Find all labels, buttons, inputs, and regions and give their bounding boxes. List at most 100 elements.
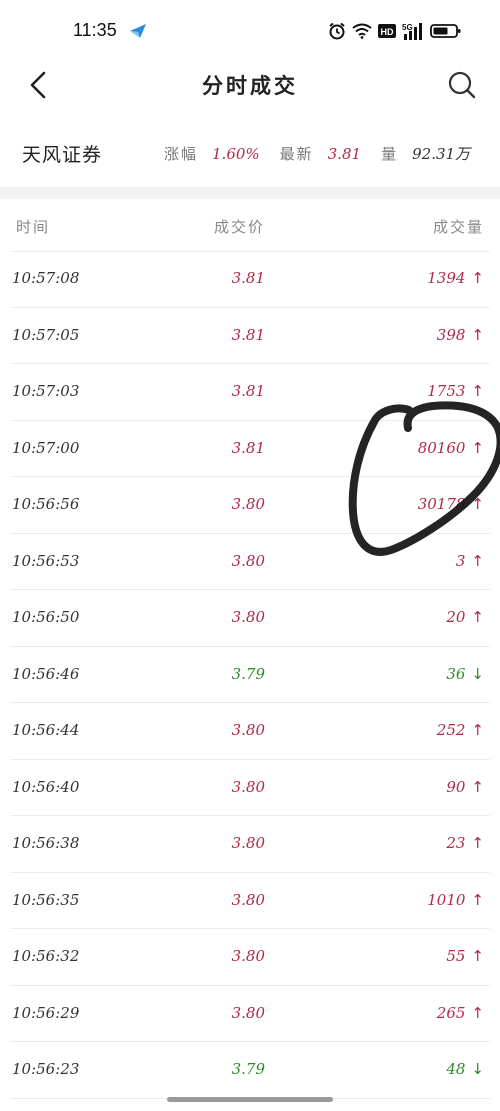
change-label: 涨幅 — [164, 145, 199, 163]
status-time: 11:35 — [73, 20, 117, 40]
stock-name: 天风证券 — [22, 144, 103, 166]
trade-time: 10:56:29 — [12, 1003, 80, 1022]
arrow-up-icon: ↑ — [471, 495, 484, 513]
trade-time: 10:56:56 — [12, 495, 80, 513]
arrow-up-icon: ↑ — [471, 890, 484, 909]
arrow-up-icon: ↑ — [471, 382, 484, 400]
app-notification-icon — [128, 22, 148, 40]
table-row[interactable]: 10:56:46 3.79 36 ↓ — [10, 647, 490, 703]
trade-price: 3.79 — [231, 1060, 265, 1078]
table-row[interactable]: 10:57:08 3.81 1394 ↑ — [10, 251, 490, 308]
table-row[interactable]: 10:56:44 3.80 252 ↑ — [10, 703, 490, 760]
trade-volume-value: 80160 — [417, 438, 466, 457]
alarm-icon — [328, 22, 346, 40]
trade-time: 10:56:35 — [12, 890, 80, 909]
table-row[interactable]: 10:56:29 3.80 265 ↑ — [10, 986, 490, 1042]
table-row[interactable]: 10:56:53 3.80 3 ↑ — [10, 534, 490, 590]
stock-metrics: 涨幅 1.60% 最新 3.81 量 92.31万 — [164, 143, 470, 164]
trade-volume: 30178 ↑ — [418, 495, 484, 513]
trade-volume-value: 23 — [446, 834, 466, 852]
trade-price: 3.80 — [231, 551, 265, 570]
trade-price: 3.80 — [231, 721, 265, 739]
arrow-up-icon: ↑ — [471, 438, 484, 457]
trade-list[interactable]: 10:57:08 3.81 1394 ↑ 10:57:05 3.81 398 ↑ 10:57:0… — [10, 251, 490, 1099]
table-row[interactable]: 10:56:40 3.80 90 ↑ — [10, 760, 490, 816]
trade-time: 10:56:46 — [12, 664, 80, 683]
latest-value: 3.81 — [327, 145, 362, 163]
trade-price: 3.81 — [231, 438, 265, 457]
trade-volume: 80160 ↑ — [418, 439, 484, 457]
battery-icon — [430, 23, 462, 39]
table-row[interactable]: 10:56:35 3.80 1010 ↑ — [10, 873, 490, 929]
table-row[interactable]: 10:56:50 3.80 20 ↑ — [10, 590, 490, 647]
hd-icon: HD — [378, 23, 396, 39]
trade-time: 10:56:38 — [12, 834, 80, 852]
network-label: 5G — [402, 23, 413, 32]
trade-time: 10:56:44 — [12, 721, 80, 739]
trade-volume-value: 398 — [436, 325, 466, 344]
arrow-down-icon: ↓ — [471, 664, 484, 683]
trade-volume-value: 1753 — [427, 382, 466, 400]
arrow-up-icon: ↑ — [471, 1003, 484, 1022]
arrow-up-icon: ↑ — [471, 551, 484, 570]
section-divider — [0, 187, 500, 199]
trade-volume-value: 265 — [436, 1003, 466, 1022]
status-bar: 11:35 HD 5G — [0, 0, 500, 60]
trade-price: 3.81 — [231, 269, 265, 287]
arrow-up-icon: ↑ — [471, 721, 484, 739]
trade-price: 3.80 — [231, 1003, 265, 1022]
stock-info-bar: 天风证券 涨幅 1.60% 最新 3.81 量 92.31万 — [0, 130, 500, 176]
trade-price: 3.80 — [231, 890, 265, 909]
trade-volume: 265 ↑ — [437, 1004, 484, 1022]
trade-volume-value: 90 — [446, 777, 466, 796]
trade-volume-value: 1010 — [427, 890, 466, 909]
status-icons: HD 5G — [328, 22, 462, 40]
header-volume: 成交量 — [432, 218, 484, 236]
table-row[interactable]: 10:57:05 3.81 398 ↑ — [10, 308, 490, 364]
trade-price: 3.81 — [231, 382, 265, 400]
header-price: 成交价 — [213, 218, 265, 236]
trade-price: 3.79 — [231, 664, 265, 683]
arrow-up-icon: ↑ — [471, 834, 484, 852]
trade-volume: 90 ↑ — [446, 778, 484, 796]
trade-volume-value: 30178 — [417, 495, 466, 513]
trade-time: 10:56:40 — [12, 777, 80, 796]
trade-volume: 1010 ↑ — [427, 891, 484, 909]
arrow-up-icon: ↑ — [471, 325, 484, 344]
header-time: 时间 — [16, 218, 51, 236]
arrow-up-icon: ↑ — [471, 608, 484, 626]
table-row[interactable]: 10:56:38 3.80 23 ↑ — [10, 816, 490, 873]
trade-volume-value: 20 — [446, 608, 466, 626]
trade-volume-value: 55 — [446, 947, 466, 965]
trade-time: 10:56:53 — [12, 551, 80, 570]
trade-time: 10:57:08 — [12, 269, 80, 287]
table-row[interactable]: 10:56:56 3.80 30178 ↑ — [10, 477, 490, 534]
trade-time: 10:56:50 — [12, 608, 80, 626]
trade-price: 3.80 — [231, 495, 265, 513]
arrow-down-icon: ↓ — [471, 1060, 484, 1078]
table-row[interactable]: 10:56:23 3.79 48 ↓ — [10, 1042, 490, 1099]
trade-volume: 48 ↓ — [446, 1060, 484, 1078]
home-indicator[interactable] — [167, 1097, 333, 1102]
table-row[interactable]: 10:57:00 3.81 80160 ↑ — [10, 421, 490, 477]
volume-label: 量 — [381, 145, 399, 163]
trade-volume: 252 ↑ — [437, 721, 484, 739]
search-icon[interactable] — [446, 69, 478, 101]
trade-volume: 23 ↑ — [446, 834, 484, 852]
trade-volume-value: 48 — [446, 1060, 466, 1078]
trade-time: 10:56:32 — [12, 947, 80, 965]
5g-signal-icon: 5G — [402, 22, 424, 40]
hd-label: HD — [381, 27, 394, 37]
trade-volume: 20 ↑ — [446, 608, 484, 626]
trade-volume-value: 36 — [446, 664, 466, 683]
table-row[interactable]: 10:56:32 3.80 55 ↑ — [10, 929, 490, 986]
arrow-up-icon: ↑ — [471, 269, 484, 287]
table-row[interactable]: 10:57:03 3.81 1753 ↑ — [10, 364, 490, 421]
trade-price: 3.80 — [231, 834, 265, 852]
trade-time: 10:56:23 — [12, 1060, 80, 1078]
trade-price: 3.80 — [231, 608, 265, 626]
trade-volume-value: 3 — [455, 551, 466, 570]
trade-time: 10:57:05 — [12, 325, 80, 344]
volume-value: 92.31万 — [412, 145, 471, 163]
trade-time: 10:57:00 — [12, 438, 80, 457]
